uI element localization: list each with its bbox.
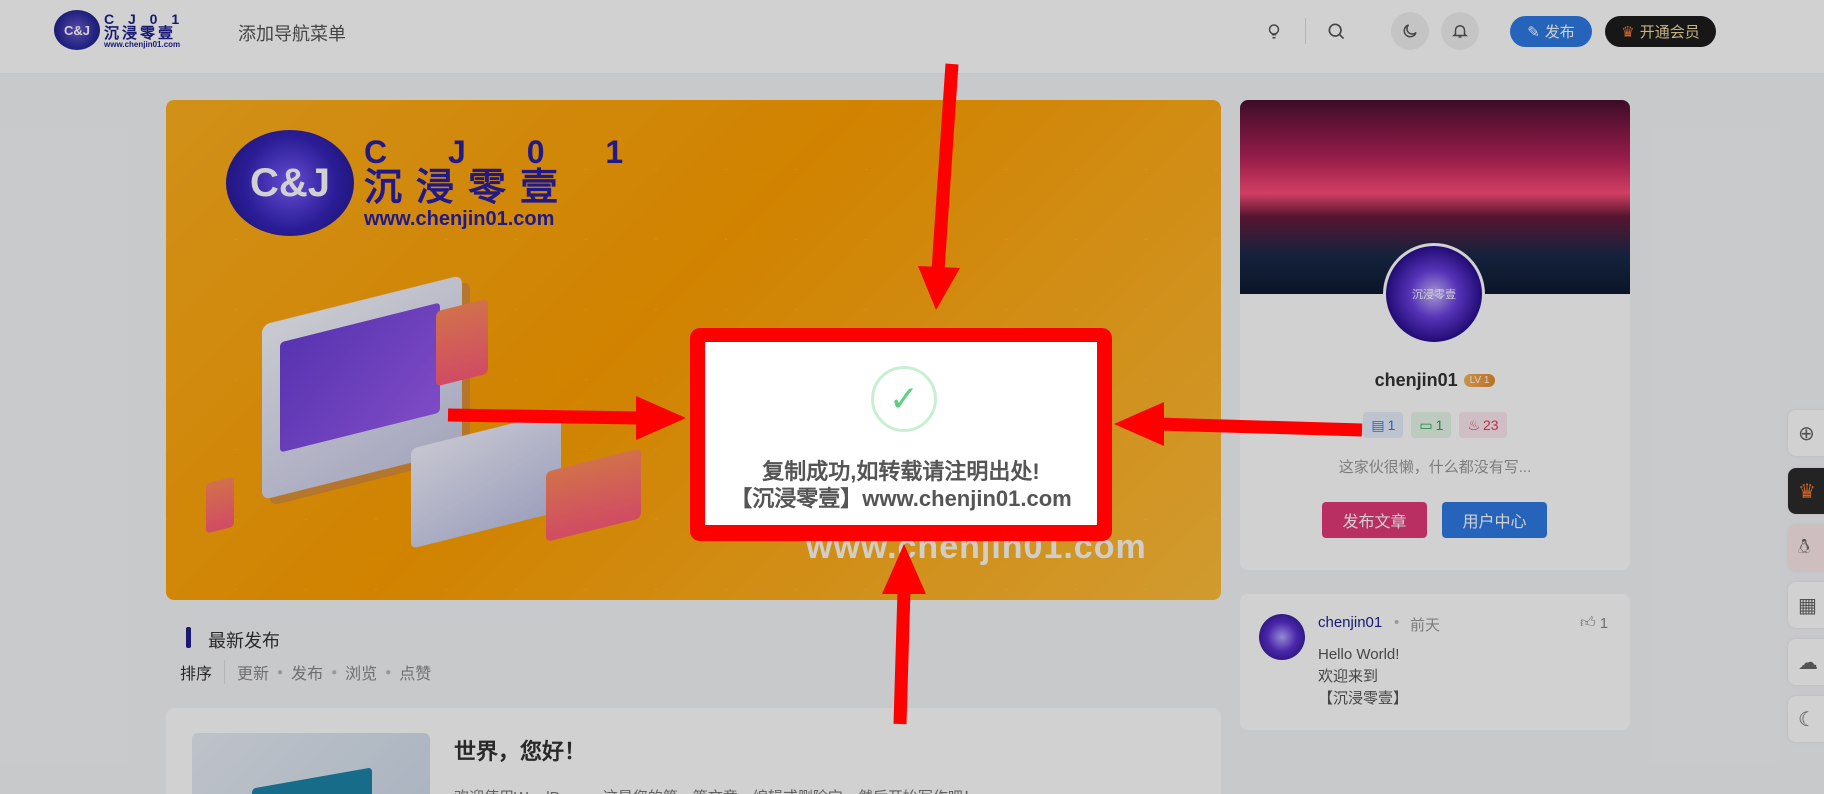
- site-header: C&J C J 0 1 沉浸零壹 www.chenjin01.com 添加导航菜…: [0, 0, 1824, 74]
- qrcode-icon[interactable]: ▦: [1788, 582, 1824, 628]
- header-divider: [1305, 18, 1306, 44]
- banner-logo: C&J C J 0 1 沉浸零壹 www.chenjin01.com: [226, 130, 649, 236]
- logo-line3: www.chenjin01.com: [104, 39, 181, 49]
- thumbs-up-icon: 👍︎: [1580, 614, 1596, 631]
- post-card[interactable]: 世界，您好！ 欢迎使用WordPress。这是您的第一篇文章。编辑或删除它，然后…: [166, 708, 1221, 794]
- tablet-illustration: [436, 298, 488, 387]
- logo-mark: C&J: [54, 10, 100, 50]
- vip-button[interactable]: ♛ 开通会员: [1605, 16, 1716, 47]
- profile-stats: ▤ 1 ▭ 1 ♨ 23: [1240, 412, 1630, 438]
- posts-count-badge[interactable]: ▤ 1: [1363, 412, 1404, 438]
- add-nav-menu-link[interactable]: 添加导航菜单: [238, 20, 346, 46]
- profile-bio: 这家伙很懒，什么都没有写...: [1338, 459, 1532, 476]
- publish-label: 发布: [1544, 24, 1575, 41]
- qq-icon[interactable]: 🐧︎: [1788, 525, 1824, 571]
- recent-comment-card: chenjin01 • 前天 👍︎ 1 Hello World! 欢迎来到 【沉…: [1240, 594, 1630, 730]
- post-title[interactable]: 世界，您好！: [454, 734, 586, 766]
- profile-username[interactable]: chenjin01: [1375, 370, 1458, 391]
- avatar[interactable]: 沉浸零壹: [1383, 243, 1485, 345]
- comment-text[interactable]: Hello World! 欢迎来到 【沉浸零壹】: [1318, 644, 1408, 710]
- phone-illustration: [206, 476, 234, 534]
- copy-success-toast: ✓ 复制成功,如转载请注明出处! 【沉浸零壹】www.chenjin01.com: [705, 342, 1097, 525]
- user-profile-card: 沉浸零壹 chenjin01 LV 1 ▤ 1 ▭ 1 ♨ 23 这家伙很懒，什…: [1240, 100, 1630, 570]
- site-logo[interactable]: C&J C J 0 1 沉浸零壹 www.chenjin01.com: [54, 8, 186, 52]
- comment-icon: ▭: [1419, 416, 1433, 433]
- hot-count-badge[interactable]: ♨ 23: [1459, 412, 1507, 438]
- sort-options: 排序 更新 ● 发布 ● 浏览 ● 点赞: [180, 660, 431, 684]
- check-circle-icon: ✓: [871, 366, 937, 432]
- level-badge: LV 1: [1463, 374, 1496, 387]
- publish-button[interactable]: ✎ 发布: [1510, 16, 1592, 47]
- latest-section-title: 最新发布: [208, 631, 280, 651]
- sort-option-updated[interactable]: 更新: [237, 660, 269, 684]
- toast-source: 【沉浸零壹】www.chenjin01.com: [730, 486, 1072, 511]
- banner-logo-line2: 沉浸零壹: [364, 167, 573, 210]
- add-icon[interactable]: ⊕: [1788, 410, 1824, 456]
- annotation-highlight-box: ✓ 复制成功,如转载请注明出处! 【沉浸零壹】www.chenjin01.com: [690, 328, 1112, 541]
- logo-line1: C J 0 1: [104, 10, 185, 27]
- user-center-button[interactable]: 用户中心: [1442, 502, 1547, 538]
- sort-option-views[interactable]: 浏览: [345, 660, 377, 684]
- crown-icon: ♛: [1621, 23, 1635, 41]
- comment-time: 前天: [1410, 617, 1441, 634]
- banner-logo-line1: C J 0 1: [364, 133, 650, 170]
- publish-article-button[interactable]: 发布文章: [1322, 502, 1427, 538]
- crown-icon[interactable]: ♛: [1788, 468, 1824, 514]
- lightbulb-icon[interactable]: [1255, 12, 1293, 50]
- banner-logo-mark: C&J: [226, 130, 354, 236]
- sort-label: 排序: [180, 660, 226, 684]
- section-marker: [186, 627, 191, 648]
- like-button[interactable]: 👍︎ 1: [1580, 614, 1608, 632]
- comment-username[interactable]: chenjin01: [1318, 614, 1382, 631]
- bell-icon[interactable]: [1441, 12, 1479, 50]
- search-icon[interactable]: [1317, 12, 1355, 50]
- logo-line2: 沉浸零壹: [104, 24, 177, 42]
- sort-option-likes[interactable]: 点赞: [399, 660, 431, 684]
- avatar[interactable]: [1259, 614, 1305, 660]
- banner-logo-line3: www.chenjin01.com: [364, 208, 555, 231]
- wechat-icon[interactable]: ☁: [1788, 639, 1824, 685]
- dark-mode-moon-icon[interactable]: [1391, 12, 1429, 50]
- document-icon: ▤: [1371, 416, 1385, 433]
- flame-icon: ♨: [1467, 416, 1481, 433]
- sort-option-published[interactable]: 发布: [291, 660, 323, 684]
- vip-label: 开通会员: [1639, 24, 1700, 41]
- pencil-icon: ✎: [1527, 23, 1540, 41]
- annotation-arrow-bottom: [893, 589, 911, 725]
- comments-count-badge[interactable]: ▭ 1: [1411, 412, 1452, 438]
- post-excerpt: 欢迎使用WordPress。这是您的第一篇文章。编辑或删除它，然后开始写作吧！: [454, 786, 978, 794]
- post-thumbnail[interactable]: [192, 733, 430, 794]
- moon-icon[interactable]: ☾: [1788, 696, 1824, 742]
